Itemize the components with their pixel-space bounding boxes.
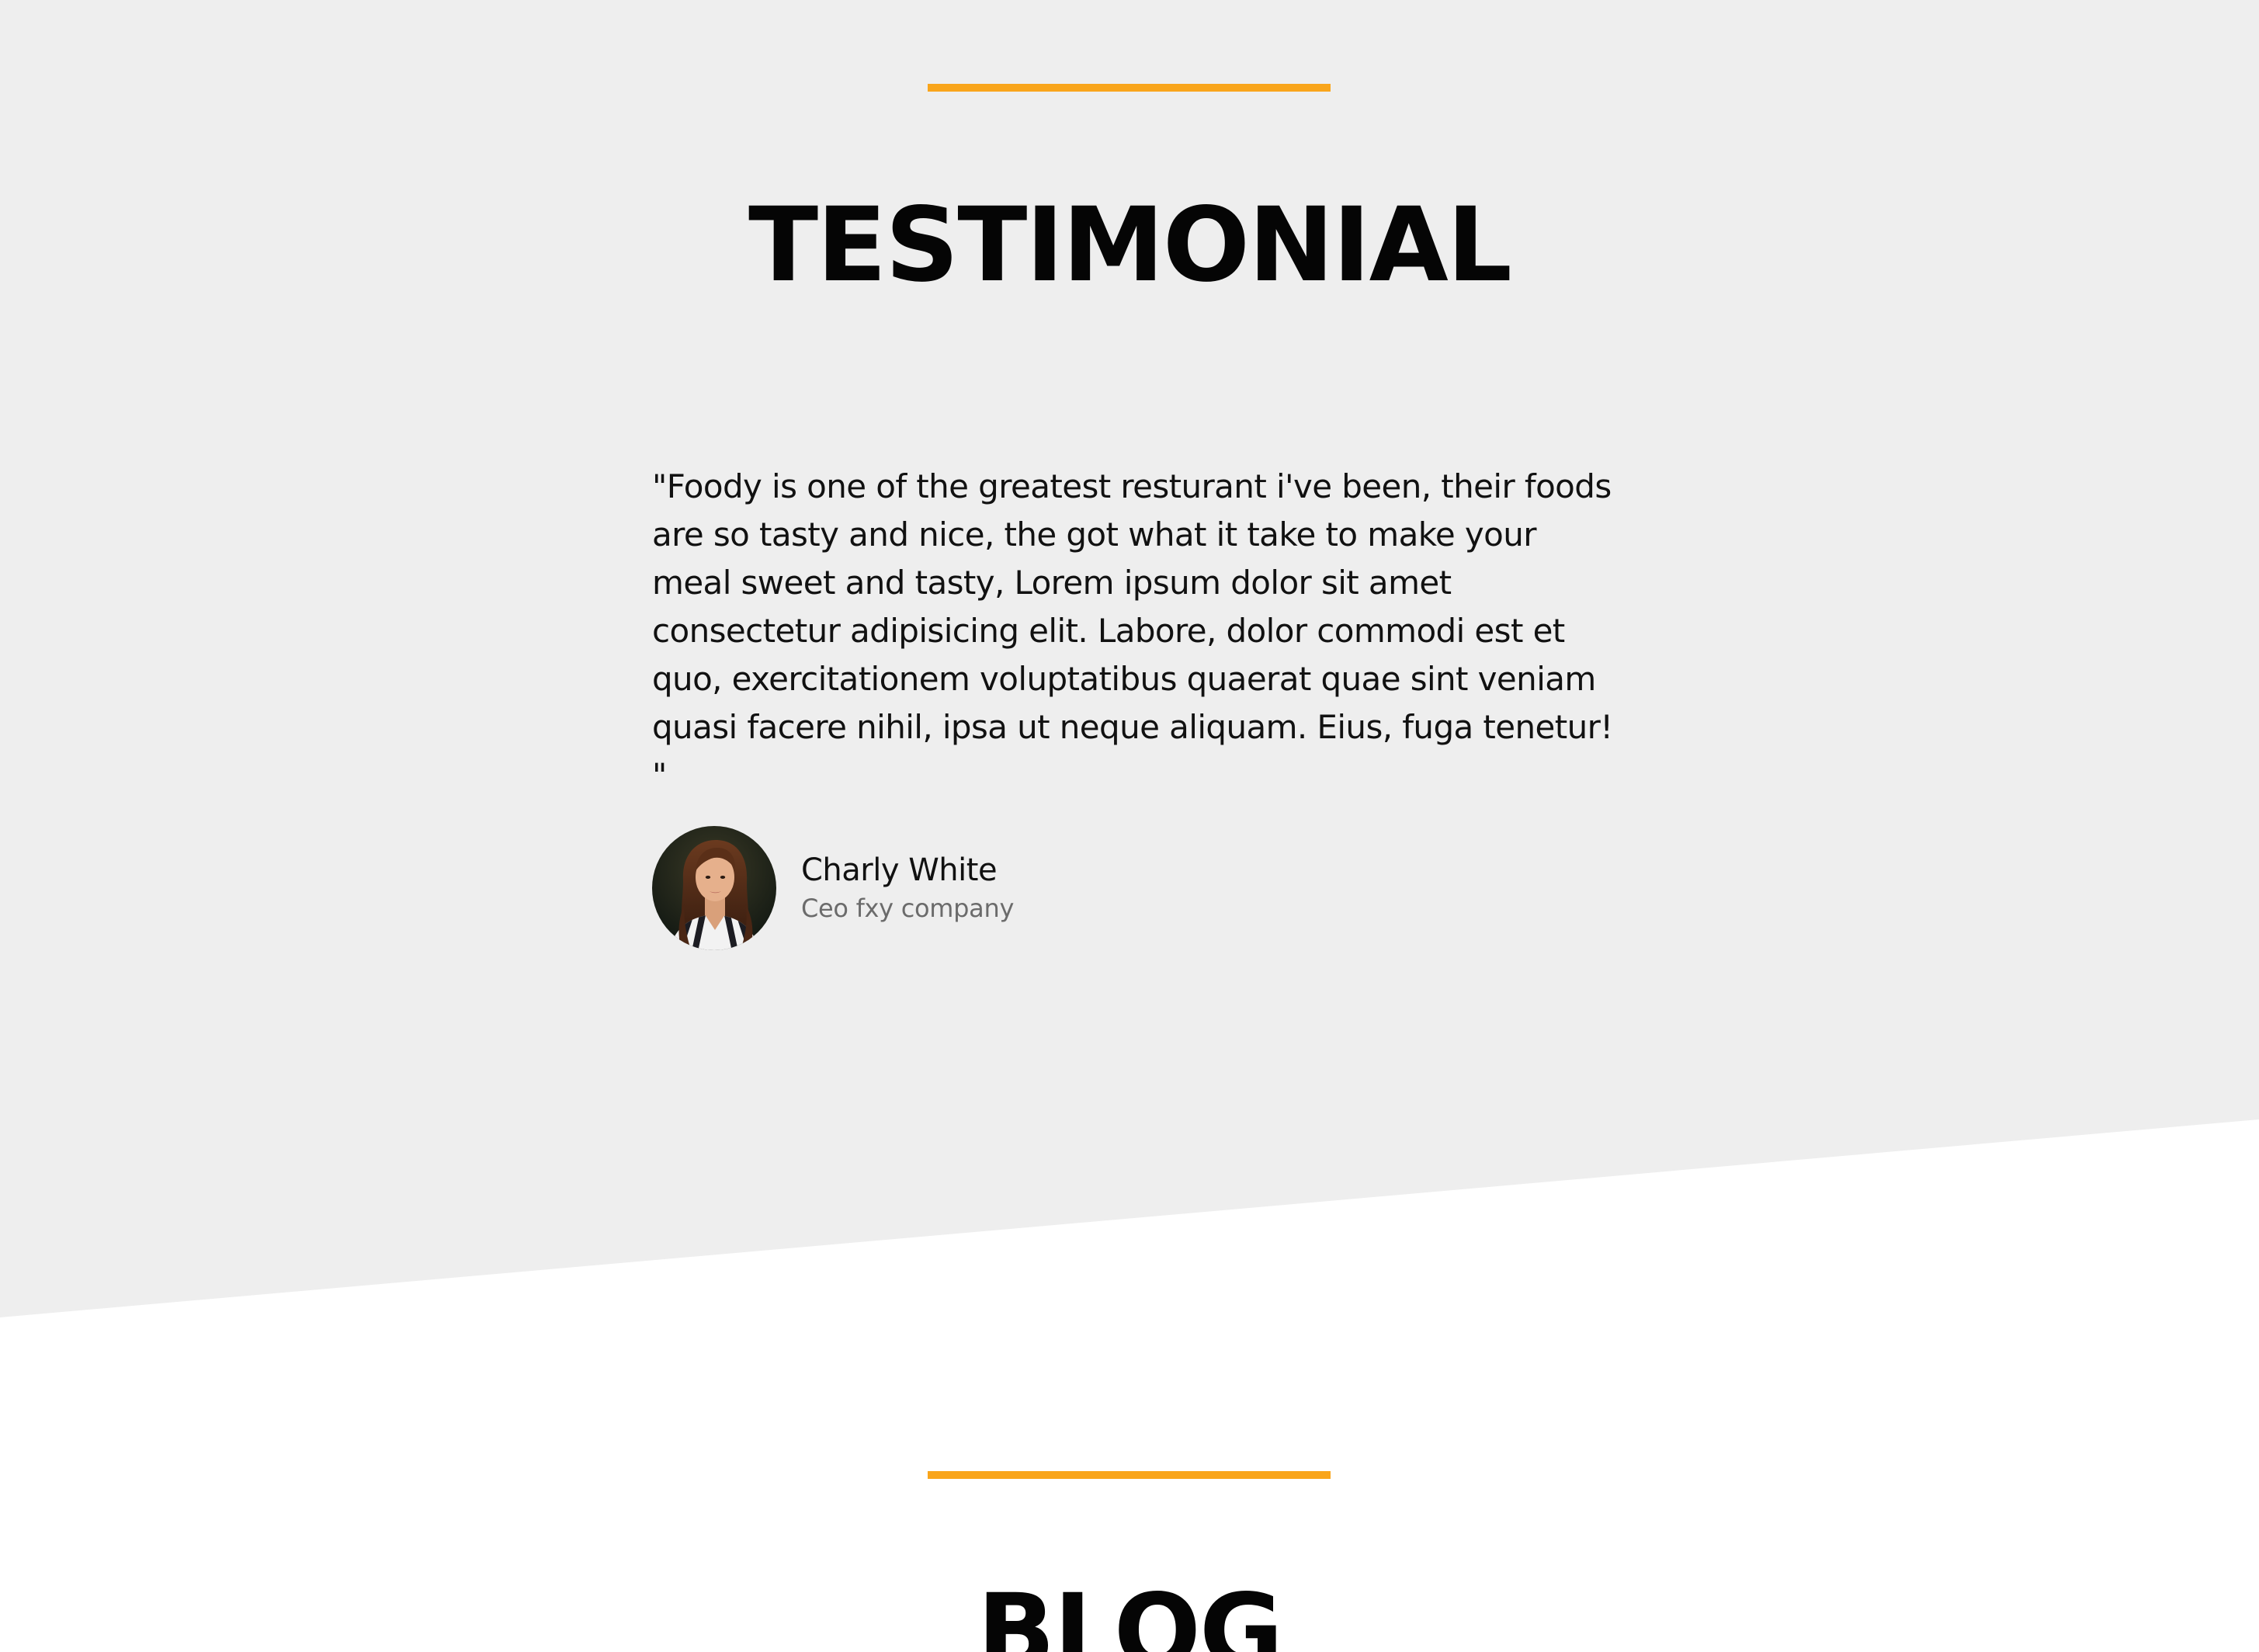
author-details: Charly White Ceo fxy company <box>801 850 1014 926</box>
author-role: Ceo fxy company <box>801 894 1015 923</box>
author-name: Charly White <box>801 852 998 888</box>
avatar-portrait-image <box>652 826 776 950</box>
avatar <box>652 826 776 950</box>
blog-title: BLOG <box>977 1572 1284 1652</box>
testimonial-author: Charly White Ceo fxy company <box>652 826 1014 950</box>
blog-accent-line <box>928 1471 1331 1479</box>
testimonial-title: TESTIMONIAL <box>748 186 1512 305</box>
page: TESTIMONIAL "Foody is one of the greates… <box>0 0 2259 1652</box>
testimonial-accent-line <box>928 84 1331 92</box>
testimonial-quote: "Foody is one of the greatest resturant … <box>652 467 1613 794</box>
